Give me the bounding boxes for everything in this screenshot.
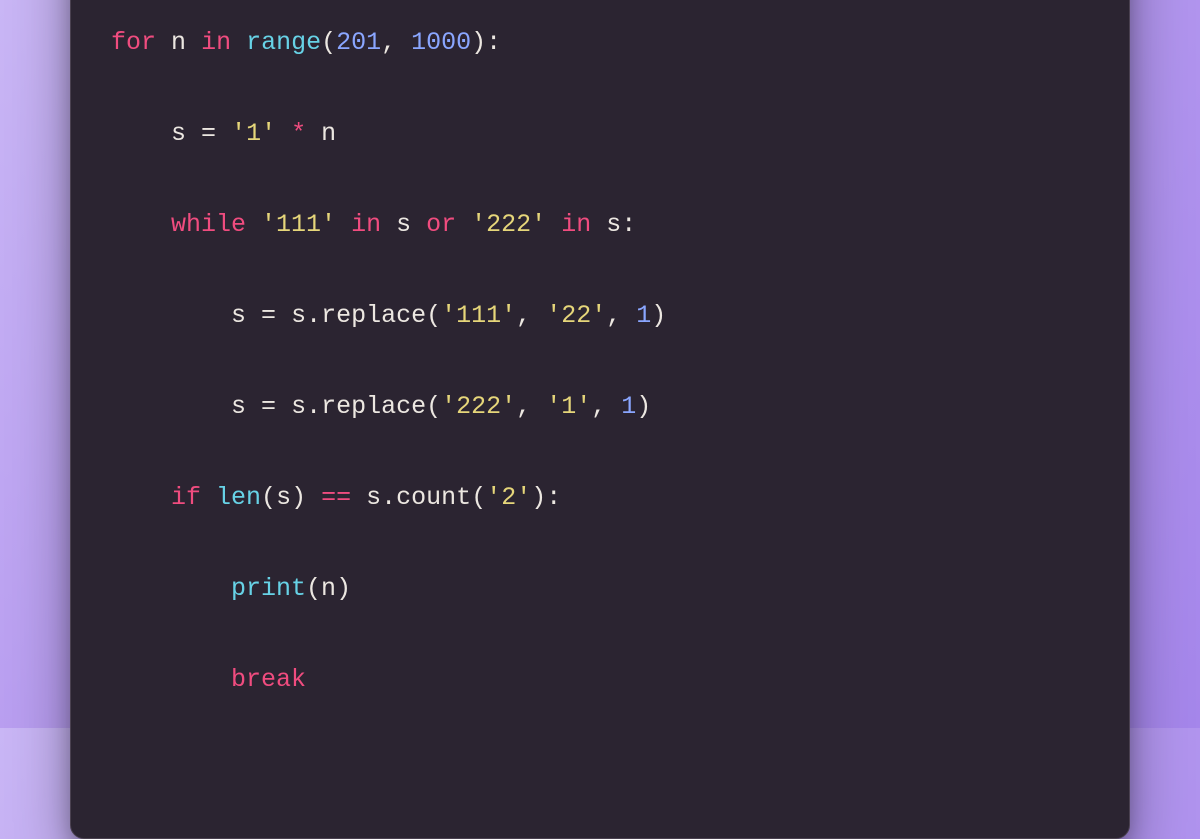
punct: : [621, 210, 636, 239]
number-literal: 201 [336, 28, 381, 57]
code-line: while '111' in s or '222' in s: [111, 202, 1089, 248]
string-literal: '111' [441, 301, 516, 330]
keyword-in: in [201, 28, 231, 57]
code-line: s = s.replace('222', '1', 1) [111, 384, 1089, 430]
identifier: s [171, 119, 186, 148]
identifier: s [291, 392, 306, 421]
identifier: s [291, 301, 306, 330]
string-literal: '1' [546, 392, 591, 421]
identifier: n [321, 574, 336, 603]
keyword-in: in [351, 210, 381, 239]
method-replace: replace [321, 392, 426, 421]
punct: . [306, 301, 321, 330]
punct: ) [336, 574, 351, 603]
keyword-in: in [561, 210, 591, 239]
identifier: s [366, 483, 381, 512]
string-literal: '22' [546, 301, 606, 330]
string-literal: '222' [471, 210, 546, 239]
code-line: break [111, 657, 1089, 703]
builtin-len: len [216, 483, 261, 512]
punct: ( [306, 574, 321, 603]
keyword-if: if [171, 483, 201, 512]
number-literal: 1000 [411, 28, 471, 57]
punct: ( [321, 28, 336, 57]
code-block: for n in range(201, 1000): s = '1' * n w… [71, 0, 1129, 838]
punct: , [516, 301, 546, 330]
punct: = [261, 301, 276, 330]
punct: . [306, 392, 321, 421]
code-line: for n in range(201, 1000): [111, 20, 1089, 66]
builtin-range: range [246, 28, 321, 57]
string-literal: '2' [486, 483, 531, 512]
builtin-print: print [231, 574, 306, 603]
code-line: s = '1' * n [111, 111, 1089, 157]
keyword-while: while [171, 210, 246, 239]
identifier: s [276, 483, 291, 512]
string-literal: '222' [441, 392, 516, 421]
code-line: s = s.replace('111', '22', 1) [111, 293, 1089, 339]
operator: == [321, 483, 351, 512]
punct: ) [651, 301, 666, 330]
code-line: if len(s) == s.count('2'): [111, 475, 1089, 521]
punct: . [381, 483, 396, 512]
punct: ): [531, 483, 561, 512]
code-line: print(n) [111, 566, 1089, 612]
punct: ) [291, 483, 306, 512]
identifier: s [231, 392, 246, 421]
number-literal: 1 [636, 301, 651, 330]
punct: ( [471, 483, 486, 512]
string-literal: '111' [261, 210, 336, 239]
punct: , [591, 392, 621, 421]
identifier: n [321, 119, 336, 148]
operator: * [291, 119, 306, 148]
punct: = [201, 119, 216, 148]
method-replace: replace [321, 301, 426, 330]
punct: ) [636, 392, 651, 421]
punct: , [606, 301, 636, 330]
identifier: s [231, 301, 246, 330]
punct: = [261, 392, 276, 421]
punct: ( [261, 483, 276, 512]
string-literal: '1' [231, 119, 276, 148]
keyword-break: break [231, 665, 306, 694]
keyword-or: or [426, 210, 456, 239]
punct: ( [426, 301, 441, 330]
number-literal: 1 [621, 392, 636, 421]
method-count: count [396, 483, 471, 512]
punct: ( [426, 392, 441, 421]
punct: , [516, 392, 546, 421]
punct: ): [471, 28, 501, 57]
identifier: s [396, 210, 411, 239]
code-window: t.me/informatika_kege_itpy for n in rang… [70, 0, 1130, 839]
keyword-for: for [111, 28, 156, 57]
identifier: s [606, 210, 621, 239]
punct: , [381, 28, 411, 57]
identifier: n [171, 28, 186, 57]
